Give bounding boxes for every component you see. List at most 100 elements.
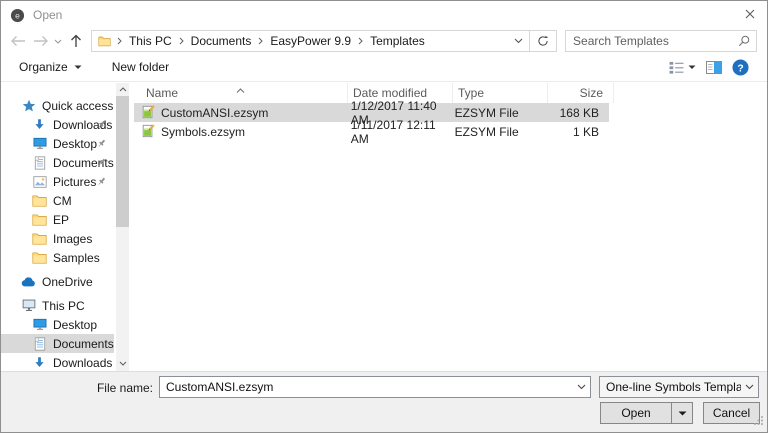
views-chevron-icon (688, 65, 696, 69)
app-icon: e (10, 8, 25, 23)
recent-locations-chevron-icon[interactable] (52, 30, 64, 52)
window-title: Open (33, 8, 63, 22)
breadcrumb-separator-icon (174, 37, 189, 45)
desktop-icon (32, 317, 47, 332)
sidebar-item-images[interactable]: Images (1, 229, 114, 248)
titlebar: e Open (1, 1, 767, 29)
sidebar-item-label: Documents (53, 336, 114, 351)
sidebar-item-samples[interactable]: Samples (1, 248, 114, 267)
open-dialog: e Open This PC Documents EasyPower 9.9 Temp… (0, 0, 768, 433)
back-button[interactable] (7, 30, 30, 52)
breadcrumb-segment-easypower-9-9[interactable]: EasyPower 9.9 (268, 34, 353, 48)
sidebar-item-this-pc[interactable]: This PC (1, 296, 114, 315)
sidebar-item-label: Pictures (53, 174, 97, 189)
breadcrumb-segment-templates[interactable]: Templates (368, 34, 427, 48)
column-header-size[interactable]: Size (548, 83, 614, 103)
folder-icon (32, 250, 47, 265)
column-header-date[interactable]: Date modified (348, 83, 453, 103)
cancel-button[interactable]: Cancel (703, 402, 760, 424)
file-row-symbols-ezsym[interactable]: Symbols.ezsym 1/11/2017 12:11 AM EZSYM Fil… (134, 117, 609, 146)
organize-button[interactable]: Organize (19, 60, 82, 74)
address-box[interactable]: This PC Documents EasyPower 9.9 Templates (90, 30, 530, 52)
file-name-dropdown-chevron-icon[interactable] (572, 384, 590, 390)
sidebar-item-label: EP (53, 212, 70, 227)
breadcrumb-separator-icon (112, 37, 127, 45)
open-split-arrow-button[interactable] (671, 402, 693, 424)
new-folder-button[interactable]: New folder (112, 60, 169, 74)
breadcrumb-segment-documents[interactable]: Documents (189, 34, 254, 48)
dialog-footer: File name: One-line Symbols Template Fil… (1, 371, 767, 432)
file-size: 168 KB (559, 105, 599, 120)
column-header-name[interactable]: Name (134, 83, 348, 103)
pin-icon (95, 119, 107, 131)
folder-icon (32, 231, 47, 246)
resize-grip[interactable] (753, 415, 764, 429)
sidebar-item-label: Images (53, 231, 93, 246)
sidebar-item-desktop[interactable]: Desktop (1, 134, 114, 153)
refresh-button[interactable] (529, 30, 558, 52)
sidebar-item-label: Downloads (53, 355, 113, 370)
sidebar-item-desktop[interactable]: Desktop (1, 315, 114, 334)
scroll-down-icon[interactable] (116, 357, 129, 370)
scrollbar-thumb[interactable] (116, 96, 129, 227)
sidebar-item-downloads[interactable]: Downloads (1, 115, 114, 134)
file-name: CustomANSI.ezsym (161, 105, 269, 120)
sidebar-item-label: Desktop (53, 317, 98, 332)
file-name-combobox (159, 376, 591, 398)
main-area: Quick access Downloads Desktop Documents Pic… (1, 83, 767, 371)
up-button[interactable] (64, 30, 87, 52)
file-rows: CustomANSI.ezsym 1/12/2017 11:40 AM EZSYM … (134, 99, 767, 146)
this-pc-icon (21, 298, 36, 313)
column-headers: Name Date modified Type Size (134, 83, 767, 103)
breadcrumb-segment-this-pc[interactable]: This PC (127, 34, 174, 48)
sidebar-scrollbar[interactable] (116, 83, 129, 371)
open-button[interactable]: Open (600, 402, 672, 424)
svg-text:?: ? (737, 63, 743, 74)
sidebar-item-documents[interactable]: Documents (1, 153, 114, 172)
ezsym-file-icon (141, 124, 156, 139)
sidebar-item-quick-access[interactable]: Quick access (1, 96, 114, 115)
file-type: EZSYM File (454, 105, 519, 120)
pictures-icon (32, 174, 47, 189)
help-button[interactable]: ? (732, 58, 749, 76)
file-name-input[interactable] (160, 380, 572, 394)
desktop-icon (32, 136, 47, 151)
search-input[interactable] (566, 34, 733, 48)
address-dropdown-chevron-icon[interactable] (509, 38, 529, 44)
file-type-dropdown[interactable]: One-line Symbols Template File (599, 376, 759, 398)
breadcrumb-separator-icon (253, 37, 268, 45)
file-date: 1/11/2017 12:11 AM (350, 117, 436, 146)
sidebar-item-label: Quick access (42, 98, 114, 113)
file-name: Symbols.ezsym (161, 124, 246, 139)
file-type-chevron-icon (741, 384, 758, 390)
preview-pane-button[interactable] (706, 60, 722, 74)
sidebar-item-ep[interactable]: EP (1, 210, 114, 229)
sidebar-item-onedrive[interactable]: OneDrive (1, 272, 114, 291)
breadcrumb-separator-icon (353, 37, 368, 45)
address-bar: This PC Documents EasyPower 9.9 Templates (1, 29, 767, 53)
folder-icon (32, 193, 47, 208)
close-button[interactable] (733, 1, 767, 27)
pin-icon (95, 138, 107, 150)
sidebar-item-cm[interactable]: CM (1, 191, 114, 210)
search-icon (732, 35, 756, 47)
svg-text:e: e (15, 10, 20, 20)
folder-icon (32, 212, 47, 227)
sort-ascending-icon (236, 83, 245, 96)
column-header-type[interactable]: Type (453, 83, 548, 103)
sidebar-item-label: CM (53, 193, 72, 208)
sidebar-item-pictures[interactable]: Pictures (1, 172, 114, 191)
forward-button[interactable] (30, 30, 53, 52)
file-size: 1 KB (572, 124, 599, 139)
pin-icon (95, 157, 107, 169)
file-type: EZSYM File (454, 124, 519, 139)
documents-icon (32, 336, 47, 351)
ezsym-file-icon (141, 105, 156, 120)
details-view-button[interactable] (669, 61, 696, 74)
documents-icon (32, 155, 47, 170)
scroll-up-icon[interactable] (116, 83, 129, 96)
sidebar-item-downloads[interactable]: Downloads (1, 353, 114, 371)
sidebar-item-documents[interactable]: Documents (1, 334, 114, 353)
pin-icon (95, 176, 107, 188)
onedrive-icon (21, 274, 36, 289)
